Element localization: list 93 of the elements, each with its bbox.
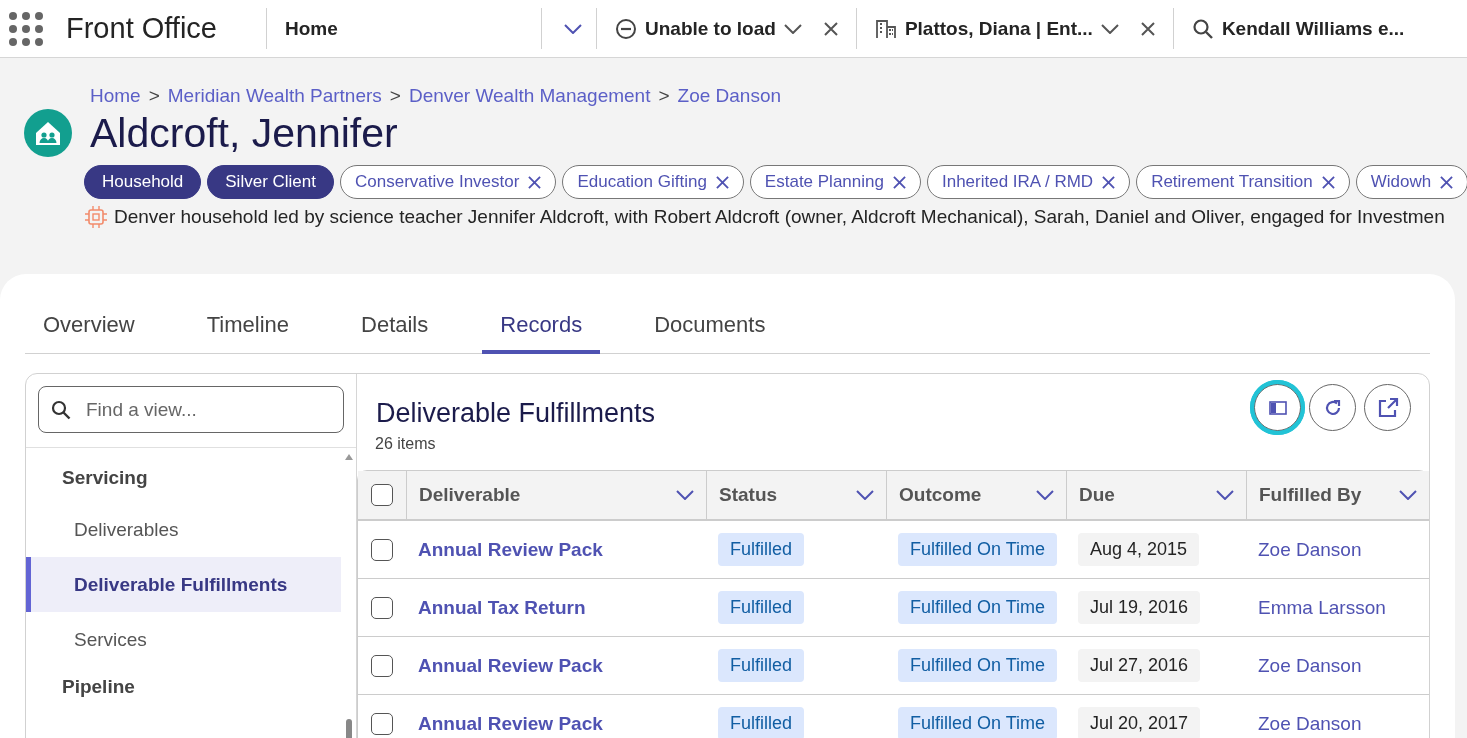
- tag[interactable]: Widowh: [1355, 165, 1467, 199]
- tab[interactable]: Records: [482, 312, 601, 354]
- close-icon[interactable]: [823, 21, 838, 36]
- tab[interactable]: Documents: [636, 312, 784, 354]
- sidebar-item[interactable]: Deliverables: [26, 502, 341, 557]
- due-date: Jul 20, 2017: [1078, 707, 1201, 738]
- person-link[interactable]: Zoe Danson: [1258, 712, 1362, 735]
- due-date: Aug 4, 2015: [1078, 533, 1200, 566]
- status-badge: Fulfilled: [718, 533, 805, 566]
- tag[interactable]: Education Gifting: [562, 165, 744, 199]
- remove-icon[interactable]: [1321, 175, 1335, 189]
- sort-menu-icon: [856, 490, 874, 500]
- chevron-down-icon: [564, 23, 582, 34]
- app-tab[interactable]: Unable to load: [596, 8, 856, 49]
- record-link[interactable]: Annual Review Pack: [418, 654, 603, 677]
- sidebar-item[interactable]: Services: [26, 612, 341, 667]
- view-search-field[interactable]: Find a view...: [38, 386, 344, 433]
- search-icon: [51, 400, 71, 420]
- row-checkbox[interactable]: [371, 596, 393, 619]
- sort-menu-icon: [1399, 490, 1417, 500]
- item-count: 26 items: [374, 435, 437, 453]
- breadcrumb-separator: >: [148, 85, 160, 107]
- outcome-badge: Fulfilled On Time: [898, 591, 1058, 624]
- tab[interactable]: Details: [343, 312, 447, 354]
- breadcrumb-separator: >: [658, 85, 670, 107]
- tag[interactable]: Inherited IRA / RMD: [926, 165, 1131, 199]
- chevron-down-icon: [783, 23, 802, 34]
- open-external-button[interactable]: [1364, 384, 1411, 431]
- status-badge: Fulfilled: [718, 649, 805, 682]
- tag: Household: [84, 165, 202, 199]
- remove-icon[interactable]: [715, 175, 729, 189]
- status-badge: Fulfilled: [718, 591, 805, 624]
- building-icon: [874, 17, 897, 40]
- open-external-icon: [1376, 396, 1399, 419]
- breadcrumb-link[interactable]: Home: [90, 85, 141, 107]
- sort-menu-icon: [676, 490, 694, 500]
- sidebar-section-header[interactable]: Pipeline: [26, 667, 356, 711]
- refresh-button[interactable]: [1309, 384, 1356, 431]
- side-panel-icon: [1268, 400, 1287, 415]
- tag[interactable]: Estate Planning: [749, 165, 921, 199]
- outcome-badge: Fulfilled On Time: [898, 533, 1058, 566]
- breadcrumb-link[interactable]: Denver Wealth Management: [408, 85, 651, 107]
- breadcrumb-link[interactable]: Meridian Wealth Partners: [167, 85, 382, 107]
- column-header[interactable]: Outcome: [899, 484, 982, 506]
- tag: Silver Client: [207, 165, 334, 199]
- sidebar-section-header[interactable]: Servicing: [26, 458, 356, 502]
- status-badge: Fulfilled: [718, 707, 805, 738]
- remove-icon[interactable]: [892, 175, 906, 189]
- sidebar-item[interactable]: Deliverable Fulfillments: [26, 557, 341, 612]
- breadcrumb-separator: >: [389, 85, 401, 107]
- app-tab[interactable]: Plattos, Diana | Ent...: [855, 8, 1173, 49]
- outcome-badge: Fulfilled On Time: [898, 707, 1058, 738]
- tab[interactable]: Timeline: [188, 312, 307, 354]
- row-checkbox[interactable]: [371, 654, 393, 677]
- close-icon[interactable]: [1140, 21, 1155, 36]
- person-link[interactable]: Emma Larsson: [1258, 596, 1386, 619]
- outcome-badge: Fulfilled On Time: [898, 649, 1058, 682]
- view-title: Deliverable Fulfillments: [376, 398, 656, 429]
- column-header[interactable]: Due: [1079, 484, 1115, 506]
- app-tab[interactable]: Kendall Williams e...: [1172, 8, 1423, 49]
- household-icon: [24, 109, 72, 157]
- sort-menu-icon: [1036, 490, 1054, 500]
- app-tab[interactable]: Home: [266, 8, 596, 49]
- person-link[interactable]: Zoe Danson: [1258, 538, 1362, 561]
- ai-chip-icon: [84, 205, 108, 229]
- record-link[interactable]: Annual Tax Return: [418, 596, 586, 619]
- record-link[interactable]: Annual Review Pack: [418, 712, 603, 735]
- due-date: Jul 27, 2016: [1078, 649, 1201, 682]
- remove-icon[interactable]: [1102, 175, 1116, 189]
- row-checkbox[interactable]: [371, 712, 393, 735]
- tab[interactable]: Overview: [25, 312, 153, 354]
- search-icon: [1191, 17, 1214, 40]
- breadcrumb-link[interactable]: Zoe Danson: [677, 85, 782, 107]
- person-link[interactable]: Zoe Danson: [1258, 654, 1362, 677]
- app-title: Front Office: [66, 12, 218, 45]
- remove-icon[interactable]: [528, 175, 542, 189]
- column-header[interactable]: Fulfilled By: [1259, 484, 1362, 506]
- blocked-icon: [615, 17, 637, 40]
- select-all-checkbox[interactable]: [371, 484, 393, 506]
- record-link[interactable]: Annual Review Pack: [418, 538, 603, 561]
- tag[interactable]: Retirement Transition: [1136, 165, 1350, 199]
- scrollbar[interactable]: [345, 454, 353, 738]
- row-checkbox[interactable]: [371, 538, 393, 561]
- tag[interactable]: Conservative Investor: [340, 165, 557, 199]
- column-header[interactable]: Status: [719, 484, 778, 506]
- column-header[interactable]: Deliverable: [419, 484, 521, 506]
- chevron-down-icon: [1100, 23, 1119, 34]
- record-description: Denver household led by science teacher Jennifer Aldcroft, with Robert Aldcroft (owner, Aldcroft Mechanical), Sarah, Daniel and Oliver, engaged for Investmen: [114, 206, 1445, 228]
- app-launcher-icon[interactable]: [8, 11, 44, 47]
- remove-icon[interactable]: [1440, 175, 1454, 189]
- due-date: Jul 19, 2016: [1078, 591, 1201, 624]
- sort-menu-icon: [1216, 490, 1234, 500]
- record-title: Aldcroft, Jennifer: [90, 109, 398, 157]
